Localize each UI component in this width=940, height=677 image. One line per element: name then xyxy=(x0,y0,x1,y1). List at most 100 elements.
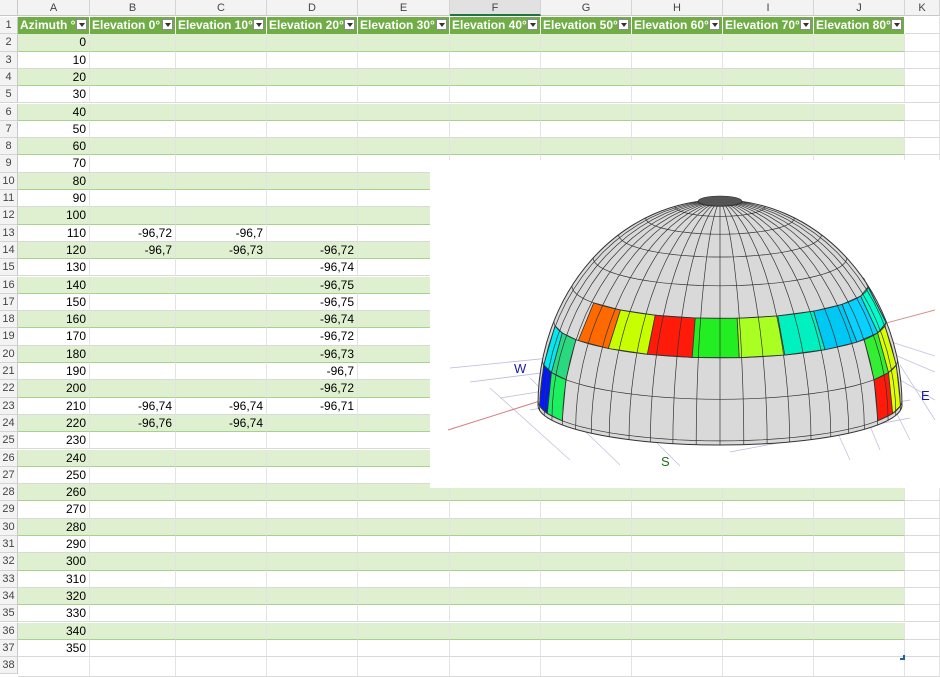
table-cell[interactable] xyxy=(90,432,176,450)
table-cell[interactable] xyxy=(176,587,267,606)
azimuth-cell[interactable]: 50 xyxy=(18,120,90,139)
table-cell[interactable] xyxy=(176,536,267,554)
table-cell[interactable] xyxy=(267,466,358,485)
table-cell[interactable] xyxy=(90,86,176,104)
column-header-i[interactable]: I xyxy=(723,0,814,16)
table-cell[interactable] xyxy=(267,518,358,536)
azimuth-cell[interactable]: 320 xyxy=(18,587,90,606)
azimuth-cell[interactable]: 140 xyxy=(18,276,90,294)
table-cell[interactable] xyxy=(90,34,176,52)
cell[interactable] xyxy=(267,657,358,677)
table-cell[interactable] xyxy=(723,639,814,658)
azimuth-cell[interactable]: 10 xyxy=(18,51,90,69)
table-cell[interactable] xyxy=(541,518,632,536)
table-cell[interactable] xyxy=(632,51,723,69)
table-cell[interactable] xyxy=(176,449,267,467)
table-cell[interactable] xyxy=(632,587,723,606)
table-cell[interactable] xyxy=(358,570,450,588)
table-cell[interactable] xyxy=(90,68,176,87)
table-cell[interactable] xyxy=(723,587,814,606)
table-cell[interactable] xyxy=(632,501,723,519)
table-cell[interactable] xyxy=(358,120,450,139)
table-cell[interactable] xyxy=(176,570,267,588)
table-cell[interactable] xyxy=(176,120,267,139)
filter-dropdown-icon[interactable] xyxy=(162,19,173,30)
azimuth-cell[interactable]: 330 xyxy=(18,605,90,623)
table-cell[interactable] xyxy=(267,432,358,450)
table-cell[interactable] xyxy=(90,345,176,363)
azimuth-cell[interactable]: 150 xyxy=(18,293,90,312)
table-cell[interactable]: -96,71 xyxy=(267,397,358,415)
table-cell[interactable] xyxy=(723,51,814,69)
azimuth-cell[interactable]: 200 xyxy=(18,380,90,398)
azimuth-cell[interactable]: 0 xyxy=(18,34,90,52)
table-cell[interactable] xyxy=(814,120,905,139)
azimuth-cell[interactable]: 30 xyxy=(18,86,90,104)
row-header[interactable]: 38 xyxy=(0,657,18,675)
row-header[interactable]: 22 xyxy=(0,380,18,398)
table-cell[interactable] xyxy=(632,34,723,52)
table-cell[interactable] xyxy=(450,138,541,156)
table-cell[interactable] xyxy=(723,518,814,536)
row-header[interactable]: 8 xyxy=(0,138,18,156)
table-cell[interactable] xyxy=(905,120,940,139)
table-cell[interactable]: -96,72 xyxy=(267,328,358,346)
row-header[interactable]: 16 xyxy=(0,276,18,294)
row-header[interactable]: 28 xyxy=(0,484,18,502)
azimuth-cell[interactable]: 300 xyxy=(18,553,90,571)
row-header[interactable]: 26 xyxy=(0,449,18,467)
table-cell[interactable] xyxy=(450,86,541,104)
row-header[interactable]: 18 xyxy=(0,311,18,329)
table-cell[interactable] xyxy=(267,622,358,640)
row-header[interactable]: 13 xyxy=(0,224,18,242)
table-cell[interactable] xyxy=(267,103,358,121)
table-cell[interactable] xyxy=(541,86,632,104)
table-cell[interactable] xyxy=(723,86,814,104)
table-cell[interactable] xyxy=(90,207,176,225)
row-header[interactable]: 23 xyxy=(0,397,18,415)
table-cell[interactable] xyxy=(358,518,450,536)
row-header[interactable]: 34 xyxy=(0,587,18,606)
row-header[interactable]: 15 xyxy=(0,259,18,277)
table-cell[interactable] xyxy=(632,518,723,536)
table-cell[interactable] xyxy=(358,536,450,554)
column-header-a[interactable]: A xyxy=(18,0,90,16)
table-cell[interactable] xyxy=(267,553,358,571)
table-cell[interactable] xyxy=(176,207,267,225)
table-cell[interactable] xyxy=(541,51,632,69)
table-cell[interactable] xyxy=(723,570,814,588)
filter-dropdown-icon[interactable] xyxy=(709,19,720,30)
row-header[interactable]: 36 xyxy=(0,622,18,640)
table-cell[interactable] xyxy=(450,587,541,606)
table-cell[interactable] xyxy=(541,639,632,658)
table-header-cell[interactable]: Elevation 20° xyxy=(267,17,358,34)
cell[interactable] xyxy=(723,657,814,677)
filter-dropdown-icon[interactable] xyxy=(76,19,87,30)
table-cell[interactable] xyxy=(176,68,267,87)
cell[interactable] xyxy=(905,17,940,35)
table-cell[interactable] xyxy=(814,570,905,588)
table-cell[interactable] xyxy=(90,103,176,121)
row-header[interactable]: 2 xyxy=(0,34,18,52)
table-cell[interactable] xyxy=(358,501,450,519)
table-cell[interactable] xyxy=(814,138,905,156)
row-header[interactable]: 21 xyxy=(0,363,18,381)
table-cell[interactable] xyxy=(176,103,267,121)
table-cell[interactable] xyxy=(814,34,905,52)
table-cell[interactable]: -96,74 xyxy=(90,397,176,415)
table-cell[interactable] xyxy=(541,68,632,87)
azimuth-cell[interactable]: 110 xyxy=(18,224,90,242)
table-cell[interactable] xyxy=(358,86,450,104)
row-header[interactable]: 32 xyxy=(0,553,18,571)
table-cell[interactable] xyxy=(90,120,176,139)
azimuth-cell[interactable]: 70 xyxy=(18,155,90,173)
table-cell[interactable] xyxy=(267,190,358,208)
table-cell[interactable] xyxy=(723,553,814,571)
table-cell[interactable]: -96,73 xyxy=(176,241,267,260)
table-cell[interactable] xyxy=(267,51,358,69)
table-cell[interactable]: -96,7 xyxy=(176,224,267,242)
hemisphere-chart[interactable]: W E S xyxy=(430,160,940,488)
row-header[interactable]: 25 xyxy=(0,432,18,450)
table-cell[interactable] xyxy=(267,68,358,87)
table-cell[interactable] xyxy=(723,536,814,554)
